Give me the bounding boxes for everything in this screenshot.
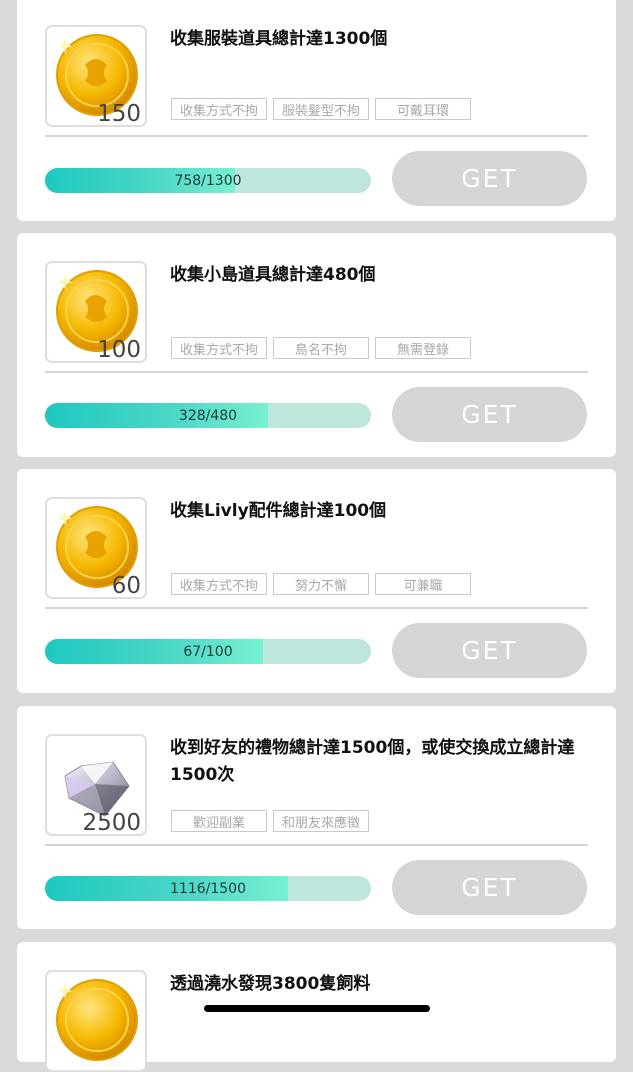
progress-bar: 328/480 bbox=[45, 403, 371, 428]
progress-text: 67/100 bbox=[183, 643, 233, 660]
reward-icon-box: 100 bbox=[45, 261, 147, 363]
progress-text: 1116/1500 bbox=[170, 880, 246, 897]
tag: 可戴耳環 bbox=[375, 98, 471, 120]
mission-card: 60 收集Livly配件總計達100個 收集方式不拘 努力不懈 可兼職 67/1… bbox=[17, 469, 616, 693]
home-indicator[interactable] bbox=[204, 1005, 430, 1012]
get-button[interactable]: GET bbox=[392, 860, 587, 915]
get-button[interactable]: GET bbox=[392, 623, 587, 678]
mission-card: 2500 收到好友的禮物總計達1500個，或使交換成立總計達1500次 歡迎副業… bbox=[17, 706, 616, 929]
reward-amount: 2500 bbox=[82, 810, 141, 836]
reward-icon-box: 2500 bbox=[45, 734, 147, 836]
tag: 無需登錄 bbox=[375, 337, 471, 359]
mission-title: 透過澆水發現3800隻飼料 bbox=[170, 974, 371, 994]
reward-icon-box: 60 bbox=[45, 497, 147, 599]
divider bbox=[45, 844, 588, 846]
tag: 收集方式不拘 bbox=[171, 337, 267, 359]
progress-bar: 1116/1500 bbox=[45, 876, 371, 901]
progress-bar: 758/1300 bbox=[45, 168, 371, 193]
mission-tags: 收集方式不拘 服裝髮型不拘 可戴耳環 bbox=[171, 98, 471, 120]
progress-text: 328/480 bbox=[178, 407, 238, 424]
reward-icon-box bbox=[45, 970, 147, 1072]
tag: 收集方式不拘 bbox=[171, 573, 267, 595]
mission-title: 收集服裝道具總計達1300個 bbox=[170, 29, 388, 49]
tag: 服裝髮型不拘 bbox=[273, 98, 369, 120]
divider bbox=[45, 371, 588, 373]
tag: 收集方式不拘 bbox=[171, 98, 267, 120]
get-button[interactable]: GET bbox=[392, 387, 587, 442]
progress-text: 758/1300 bbox=[174, 172, 242, 189]
reward-amount: 60 bbox=[111, 573, 141, 599]
mission-title: 收到好友的禮物總計達1500個，或使交換成立總計達1500次 bbox=[170, 738, 575, 785]
mission-tags: 收集方式不拘 努力不懈 可兼職 bbox=[171, 573, 471, 595]
tag: 島名不拘 bbox=[273, 337, 369, 359]
tag: 可兼職 bbox=[375, 573, 471, 595]
mission-card: 透過澆水發現3800隻飼料 bbox=[17, 942, 616, 1072]
mission-title: 收集小島道具總計達480個 bbox=[170, 265, 376, 285]
get-button[interactable]: GET bbox=[392, 151, 587, 206]
tag: 歡迎副業 bbox=[171, 810, 267, 832]
mission-tags: 收集方式不拘 島名不拘 無需登錄 bbox=[171, 337, 471, 359]
reward-icon-box: 150 bbox=[45, 25, 147, 127]
progress-bar: 67/100 bbox=[45, 639, 371, 664]
mission-card: 150 收集服裝道具總計達1300個 收集方式不拘 服裝髮型不拘 可戴耳環 75… bbox=[17, 0, 616, 221]
divider bbox=[45, 135, 588, 137]
reward-amount: 100 bbox=[97, 337, 141, 363]
reward-amount: 150 bbox=[97, 101, 141, 127]
tag: 努力不懈 bbox=[273, 573, 369, 595]
tag: 和朋友來應徵 bbox=[273, 810, 369, 832]
mission-tags: 歡迎副業 和朋友來應徵 bbox=[171, 810, 369, 832]
mission-title: 收集Livly配件總計達100個 bbox=[170, 501, 387, 521]
gold-coin-icon bbox=[56, 979, 138, 1061]
divider bbox=[45, 607, 588, 609]
mission-card: 100 收集小島道具總計達480個 收集方式不拘 島名不拘 無需登錄 328/4… bbox=[17, 233, 616, 457]
